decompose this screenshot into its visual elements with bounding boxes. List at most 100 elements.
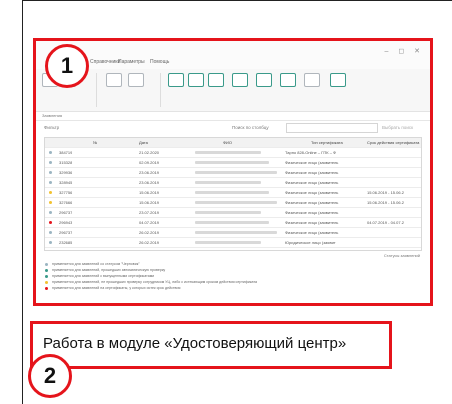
redacted-name <box>195 221 269 224</box>
table-row[interactable]: 296737 23.07.2019 Физическое лицо (заявите… <box>45 208 421 218</box>
column-header[interactable]: Срок действия сертификата <box>367 138 421 147</box>
menu-item[interactable]: Справочники <box>90 59 120 65</box>
row-number: 384719 <box>59 150 73 155</box>
legend-dot <box>45 280 48 284</box>
filter-label[interactable]: Фильтр <box>44 125 59 130</box>
ribbon-button[interactable] <box>168 73 184 87</box>
legend-text: применяется для заявлений, прошедших авт… <box>52 268 166 272</box>
status-dot <box>49 231 52 234</box>
row-type: Физическое лицо (заявитель <box>285 180 339 185</box>
row-number: 232685 <box>59 240 73 245</box>
status-legend: применяется для заявлений со статусом "Ч… <box>44 261 420 291</box>
row-type: Физическое лицо (заявитель <box>285 230 339 235</box>
legend-dot <box>45 262 48 266</box>
ribbon-button[interactable] <box>128 73 144 87</box>
column-header[interactable]: Тип сертификата <box>311 138 343 147</box>
redacted-name <box>195 191 269 194</box>
row-type: Физическое лицо (заявитель <box>285 190 339 195</box>
row-date: 23.06.2019 <box>139 180 160 185</box>
row-date: 04.07.2019 <box>139 220 160 225</box>
row-number: 296943 <box>59 220 73 225</box>
status-dot <box>49 221 52 224</box>
legend-text: применяется для заявлений на сертификаты… <box>52 286 181 290</box>
screenshot-frame: Справочники Параметры Помощь – ◻ ✕ Заявл… <box>33 38 433 306</box>
grid-header: № Дата ФИО Тип сертификата Срок действия… <box>45 138 421 148</box>
row-type: Физическое лицо (заявитель <box>285 220 339 225</box>
window-controls[interactable]: – ◻ ✕ <box>385 47 424 55</box>
redacted-name <box>195 181 261 184</box>
legend-text: применяется для заявлений, не прошедших … <box>52 280 258 284</box>
table-row[interactable]: 384719 21.02.2020 Тарпо 828-Online – ГПК –… <box>45 148 421 158</box>
search-input[interactable] <box>286 123 378 133</box>
applications-grid: № Дата ФИО Тип сертификата Срок действия… <box>44 137 422 251</box>
row-number: 327666 <box>59 200 73 205</box>
redacted-name <box>195 241 261 244</box>
row-date: 26.02.2019 <box>139 240 160 245</box>
legend-dot <box>45 268 48 272</box>
step-badge-1: 1 <box>45 44 89 88</box>
table-row[interactable]: 315328 02.09.2019 Физическое лицо (заявите… <box>45 158 421 168</box>
row-period: 15.06.2019 - 15.06.2 <box>367 190 404 195</box>
row-type: Физическое лицо (заявитель <box>285 200 339 205</box>
row-type: Тарпо 828-Online – ГПК – Ф <box>285 150 337 155</box>
status-dot <box>49 241 52 244</box>
row-type: Юридическое лицо (заявит <box>285 240 336 245</box>
menu-item[interactable]: Помощь <box>150 59 169 65</box>
row-number: 296737 <box>59 210 73 215</box>
legend-text: применяется для заявлений с выпущенными … <box>52 274 155 278</box>
table-row[interactable]: 296943 04.07.2019 Физическое лицо (заявите… <box>45 218 421 228</box>
caption-text: Работа в модуле «Удостоверяющий центр» <box>43 335 347 352</box>
section-title: Заявления <box>36 111 430 121</box>
status-dot <box>49 161 52 164</box>
filter-row: Фильтр Поиск по столбцу Выбрать поиск <box>36 121 430 135</box>
ribbon-button[interactable] <box>208 73 224 87</box>
table-row[interactable]: 232685 26.02.2019 Юридическое лицо (заявит <box>45 238 421 248</box>
row-date: 23.07.2019 <box>139 210 160 215</box>
column-header[interactable]: Дата <box>139 138 148 147</box>
ribbon-button[interactable] <box>256 73 272 87</box>
redacted-name <box>195 161 269 164</box>
column-header[interactable]: № <box>93 138 97 147</box>
redacted-name <box>195 151 261 154</box>
legend-text: применяется для заявлений со статусом "Ч… <box>52 262 140 266</box>
table-row[interactable]: 328945 23.06.2019 Физическое лицо (заявите… <box>45 178 421 188</box>
table-row[interactable]: 296737 26.02.2019 Физическое лицо (заявите… <box>45 228 421 238</box>
column-header[interactable]: ФИО <box>223 138 232 147</box>
row-type: Физическое лицо (заявитель <box>285 160 339 165</box>
ribbon-button[interactable] <box>188 73 204 87</box>
row-period: 15.06.2019 - 15.06.2 <box>367 200 404 205</box>
row-number: 315328 <box>59 160 73 165</box>
search-button[interactable]: Выбрать поиск <box>382 125 413 130</box>
step-badge-2: 2 <box>28 354 72 398</box>
menu-item[interactable]: Параметры <box>118 59 145 65</box>
status-dot <box>49 201 52 204</box>
search-label: Поиск по столбцу <box>232 125 269 130</box>
status-dot <box>49 181 52 184</box>
table-row[interactable]: 327756 15.06.2019 Физическое лицо (заявите… <box>45 188 421 198</box>
caption-frame: Работа в модуле «Удостоверяющий центр» <box>30 321 392 369</box>
row-type: Физическое лицо (заявитель <box>285 210 339 215</box>
redacted-name <box>195 231 277 234</box>
status-dot <box>49 211 52 214</box>
status-dot <box>49 151 52 154</box>
ribbon-button[interactable] <box>280 73 296 87</box>
redacted-name <box>195 201 277 204</box>
row-number: 327756 <box>59 190 73 195</box>
app-titlebar: Справочники Параметры Помощь – ◻ ✕ <box>36 41 430 69</box>
row-date: 15.06.2019 <box>139 200 160 205</box>
row-date: 26.02.2019 <box>139 230 160 235</box>
legend-dot <box>45 274 48 278</box>
row-type: Физическое лицо (заявитель <box>285 170 339 175</box>
ribbon-button[interactable] <box>330 73 346 87</box>
status-title[interactable]: Статусы заявлений <box>384 253 420 258</box>
row-number: 328945 <box>59 180 73 185</box>
ribbon-button[interactable] <box>106 73 122 87</box>
ribbon-button[interactable] <box>304 73 320 87</box>
ribbon-button[interactable] <box>232 73 248 87</box>
table-row[interactable]: 329936 23.06.2019 Физическое лицо (заявите… <box>45 168 421 178</box>
row-date: 21.02.2020 <box>139 150 160 155</box>
table-row[interactable]: 327666 15.06.2019 Физическое лицо (заявите… <box>45 198 421 208</box>
row-number: 329936 <box>59 170 73 175</box>
status-dot <box>49 171 52 174</box>
status-dot <box>49 191 52 194</box>
